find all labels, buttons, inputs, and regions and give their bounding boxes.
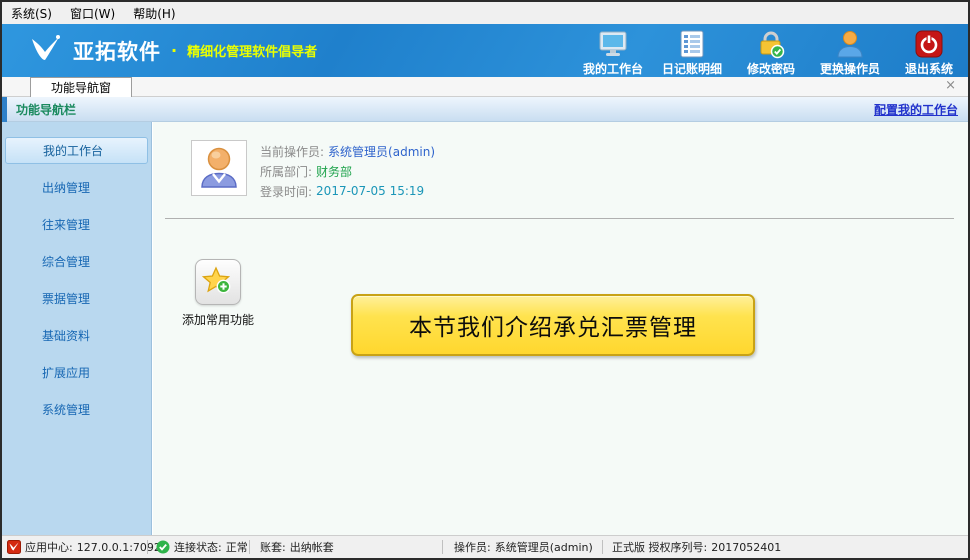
add-favorite-button[interactable] <box>195 259 241 305</box>
toolbar-label: 退出系统 <box>905 60 953 77</box>
user-icon <box>835 29 865 59</box>
connection-label: 连接状态: <box>174 539 222 555</box>
license-serial: 2017052401 <box>711 541 781 554</box>
operator-status: 操作员: 系统管理员(admin) <box>454 536 593 558</box>
sidebar-item-extended-apps[interactable]: 扩展应用 <box>2 354 151 391</box>
toolbar-exit-system-button[interactable]: 退出系统 <box>896 29 962 77</box>
account-set-label: 账套: <box>260 539 286 555</box>
brand-slogan: 精细化管理软件倡导者 <box>187 41 317 60</box>
add-favorite-label: 添加常用功能 <box>165 311 271 328</box>
brand-separator: · <box>171 41 177 60</box>
toolbar-label: 修改密码 <box>747 60 795 77</box>
star-plus-icon <box>202 265 234 300</box>
menu-item-window[interactable]: 窗口(W) <box>61 2 124 24</box>
connection-status: 连接状态: 正常 <box>156 536 248 558</box>
current-operator-label: 当前操作员: <box>260 143 324 160</box>
brand-name: 亚拓软件 <box>73 36 161 66</box>
journal-icon <box>677 29 707 59</box>
sidebar-navigation: 我的工作台 出纳管理 往来管理 综合管理 票据管理 基础资料 扩展应用 系统管理 <box>2 122 152 535</box>
toolbar-my-workbench-button[interactable]: 我的工作台 <box>580 29 646 77</box>
department-label: 所属部门: <box>260 163 312 180</box>
sidebar-item-my-workbench[interactable]: 我的工作台 <box>5 137 148 164</box>
menu-item-help[interactable]: 帮助(H) <box>124 2 184 24</box>
license-label: 正式版 授权序列号: <box>612 539 707 555</box>
app-center-status: 应用中心: 127.0.0.1:7092 <box>7 536 161 558</box>
lesson-banner: 本节我们介绍承兑汇票管理 <box>351 294 755 356</box>
toolbar-change-password-button[interactable]: 修改密码 <box>738 29 804 77</box>
tab-strip: 功能导航窗 × <box>2 77 968 97</box>
content-header: 功能导航栏 配置我的工作台 <box>2 97 968 122</box>
current-operator-row: 当前操作员: 系统管理员(admin) <box>260 141 435 161</box>
connection-ok-icon <box>156 540 170 554</box>
current-operator-value: 系统管理员(admin) <box>328 143 435 160</box>
operator-status-label: 操作员: <box>454 539 491 555</box>
configure-workbench-link[interactable]: 配置我的工作台 <box>874 101 958 118</box>
sidebar-item-basic-data[interactable]: 基础资料 <box>2 317 151 354</box>
status-separator <box>147 540 148 554</box>
main-content: 当前操作员: 系统管理员(admin) 所属部门: 财务部 登录时间: 2017… <box>153 122 968 535</box>
toolbar-journal-detail-button[interactable]: 日记账明细 <box>659 29 725 77</box>
toolbar-label: 我的工作台 <box>583 60 643 77</box>
sidebar-item-cashier-management[interactable]: 出纳管理 <box>2 169 151 206</box>
sidebar-item-comprehensive-management[interactable]: 综合管理 <box>2 243 151 280</box>
sidebar-item-current-accounts[interactable]: 往来管理 <box>2 206 151 243</box>
status-separator <box>602 540 603 554</box>
sidebar-item-bill-management[interactable]: 票据管理 <box>2 280 151 317</box>
menu-bar: 系统(S) 窗口(W) 帮助(H) <box>2 2 968 24</box>
operator-info-panel: 当前操作员: 系统管理员(admin) 所属部门: 财务部 登录时间: 2017… <box>191 140 435 201</box>
license-status: 正式版 授权序列号: 2017052401 <box>612 536 781 558</box>
power-icon <box>914 29 944 59</box>
operator-info-rows: 当前操作员: 系统管理员(admin) 所属部门: 财务部 登录时间: 2017… <box>260 140 435 201</box>
app-center-label: 应用中心: <box>25 539 73 555</box>
lesson-banner-text: 本节我们介绍承兑汇票管理 <box>409 308 697 342</box>
status-separator <box>442 540 443 554</box>
account-set-status: 账套: 出纳帐套 <box>260 536 334 558</box>
department-value: 财务部 <box>316 163 352 180</box>
section-divider <box>165 218 954 219</box>
lock-icon <box>756 29 786 59</box>
monitor-icon <box>598 29 628 59</box>
status-bar: 应用中心: 127.0.0.1:7092 连接状态: 正常 账套: 出纳帐套 操… <box>2 535 968 558</box>
menu-item-system[interactable]: 系统(S) <box>2 2 61 24</box>
header-toolbar: 我的工作台 日记账明细 <box>580 29 962 77</box>
sidebar-item-system-management[interactable]: 系统管理 <box>2 391 151 428</box>
close-icon[interactable]: × <box>945 79 956 93</box>
app-center-logo-icon <box>7 540 21 554</box>
yatuo-logo-icon <box>28 33 64 68</box>
app-center-value: 127.0.0.1:7092 <box>77 541 161 554</box>
avatar <box>191 140 247 196</box>
panel-title: 功能导航栏 <box>16 101 76 118</box>
brand-area: 亚拓软件 · 精细化管理软件倡导者 <box>28 33 317 68</box>
toolbar-switch-operator-button[interactable]: 更换操作员 <box>817 29 883 77</box>
department-row: 所属部门: 财务部 <box>260 161 435 181</box>
application-window: 系统(S) 窗口(W) 帮助(H) 亚拓软件 · 精细化管理软件倡导者 <box>0 0 970 560</box>
account-set-value: 出纳帐套 <box>290 539 334 555</box>
toolbar-label: 更换操作员 <box>820 60 880 77</box>
login-time-value: 2017-07-05 15:19 <box>316 184 424 198</box>
accent-bar <box>2 97 7 122</box>
tab-function-navigator[interactable]: 功能导航窗 <box>30 77 132 97</box>
operator-status-value: 系统管理员(admin) <box>495 539 593 555</box>
connection-value: 正常 <box>226 539 248 555</box>
status-separator <box>249 540 250 554</box>
toolbar-label: 日记账明细 <box>662 60 722 77</box>
login-time-row: 登录时间: 2017-07-05 15:19 <box>260 181 435 201</box>
login-time-label: 登录时间: <box>260 183 312 200</box>
app-header: 亚拓软件 · 精细化管理软件倡导者 我的工作台 <box>2 24 968 77</box>
